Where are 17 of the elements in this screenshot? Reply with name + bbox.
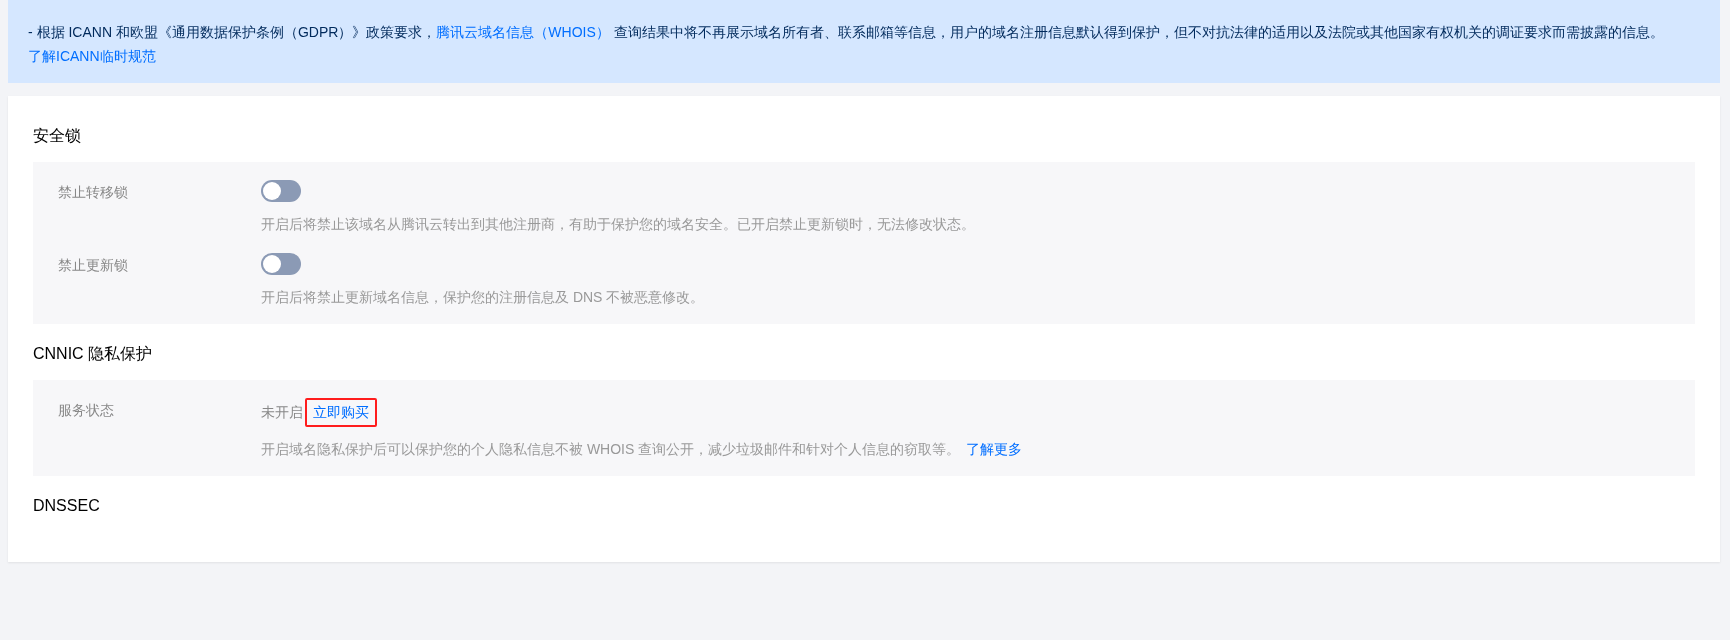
setting-description: 开启后将禁止该域名从腾讯云转出到其他注册商，有助于保护您的域名安全。已开启禁止更新锁时，无法修改状态。: [261, 216, 975, 232]
status-text: 未开启: [261, 403, 303, 422]
setting-description: 开启后将禁止更新域名信息，保护您的注册信息及 DNS 不被恶意修改。: [261, 289, 705, 305]
section-title: 安全锁: [33, 126, 82, 146]
learn-more-link[interactable]: 了解更多: [966, 441, 1023, 457]
notice-link[interactable]: 了解ICANN临时规范: [28, 48, 156, 64]
notice-link[interactable]: 腾讯云域名信息（WHOIS）: [436, 24, 610, 40]
setting-label: 服务状态: [58, 401, 115, 420]
section-title: CNNIC 隐私保护: [33, 344, 154, 364]
setting-label: 禁止转移锁: [58, 183, 129, 202]
toggle-switch[interactable]: [261, 253, 301, 275]
setting-label: 禁止更新锁: [58, 256, 129, 275]
section-title: DNSSEC: [33, 496, 101, 516]
toggle-switch[interactable]: [261, 180, 301, 202]
notice-text: - 根据 ICANN 和欧盟《通用数据保护条例（GDPR）》政策要求，腾讯云域名信息（WHOIS） 查询结果中将不再展示域名所有者、联系邮箱等信息，用户的域名注册信息默认得到保护，但不对抗法律的适用以及法院或其他国家有权机关的调证要求而需披露的信息。 了解ICANN临时规范: [8, 0, 1720, 83]
buy-link[interactable]: 立即购买: [305, 398, 377, 427]
setting-description: 开启域名隐私保护后可以保护您的个人隐私信息不被 WHOIS 查询公开，减少垃圾邮件和针对个人信息的窃取等。: [261, 441, 961, 457]
